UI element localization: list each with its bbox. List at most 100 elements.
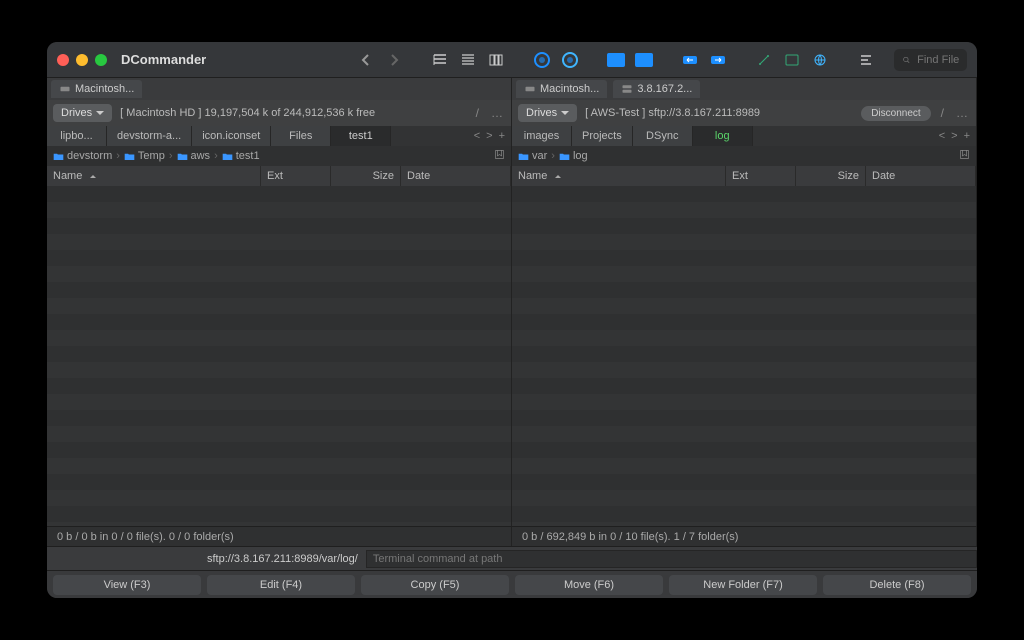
bookmark-icon[interactable]: [494, 149, 505, 163]
breadcrumb-segment[interactable]: var: [518, 150, 547, 162]
table-row[interactable]: cloud-initlog161,331Aug 14 12:46: [512, 362, 976, 378]
drives-button-left[interactable]: Drives: [53, 104, 112, 122]
history-prev-left[interactable]: /: [474, 106, 481, 120]
breadcrumb-segment[interactable]: test1: [222, 150, 260, 162]
history-prev-right[interactable]: /: [939, 106, 946, 120]
view-detail-icon[interactable]: [456, 49, 480, 71]
columns-row: Name Ext Size Date Name Ext Size Date: [47, 166, 977, 186]
col-name-left[interactable]: Name: [47, 166, 261, 186]
view-columns-icon[interactable]: [484, 49, 508, 71]
table-row[interactable]: [..]: [47, 186, 511, 202]
function-keys-row: View (F3) Edit (F4) Copy (F5) Move (F6) New …: [47, 570, 977, 598]
table-row[interactable]: [private]Aug 14 12:46: [512, 282, 976, 298]
col-ext-right[interactable]: Ext: [726, 166, 796, 186]
panel-right-icon[interactable]: [632, 49, 656, 71]
table-row[interactable]: lastlog292,292Aug 14 12:48: [512, 426, 976, 442]
window-controls: [57, 54, 107, 66]
col-ext-left[interactable]: Ext: [261, 166, 331, 186]
table-row[interactable]: [unattended-upgrades]Aug 14 12:46: [512, 298, 976, 314]
table-row[interactable]: [apt]Jun 10 10:50: [512, 218, 976, 234]
folder-icon: [124, 151, 135, 162]
breadcrumb-segment[interactable]: devstorm: [53, 150, 112, 162]
breadcrumb-segment[interactable]: aws: [177, 150, 211, 162]
fn-button[interactable]: New Folder (F7): [669, 575, 817, 595]
history-next-right[interactable]: …: [954, 106, 970, 120]
folder-icon: [518, 151, 529, 162]
device-tab-right-2[interactable]: 3.8.167.2...: [613, 80, 700, 98]
maximize-button[interactable]: [95, 54, 107, 66]
table-row[interactable]: [journal]Aug 14 12:46: [512, 250, 976, 266]
globe-icon[interactable]: [808, 49, 832, 71]
dir-tab[interactable]: log: [693, 126, 753, 146]
tab-next[interactable]: >: [951, 130, 957, 142]
fn-button[interactable]: Copy (F5): [361, 575, 509, 595]
breadcrumb-segment[interactable]: Temp: [124, 150, 165, 162]
col-name-right[interactable]: Name: [512, 166, 726, 186]
folder-icon: [518, 236, 530, 248]
sync-right-icon[interactable]: [558, 49, 582, 71]
table-row[interactable]: [landscape]Aug 14 12:47: [512, 266, 976, 282]
breadcrumb-segment[interactable]: log: [559, 150, 588, 162]
table-row[interactable]: authlog8,249Aug 14 13:18: [512, 314, 976, 330]
table-row[interactable]: wtmp3,456Aug 14 12:48: [512, 458, 976, 474]
search-box[interactable]: [894, 49, 967, 71]
bookmark-icon[interactable]: [959, 149, 970, 163]
nav-back-button[interactable]: [354, 49, 378, 71]
fn-button[interactable]: Move (F6): [515, 575, 663, 595]
swap-left-icon[interactable]: [678, 49, 702, 71]
fn-button[interactable]: Edit (F4): [207, 575, 355, 595]
dir-tab[interactable]: Files: [271, 126, 331, 146]
fn-button[interactable]: Delete (F8): [823, 575, 971, 595]
bookmark-icon[interactable]: [780, 49, 804, 71]
table-row[interactable]: [dist-upgrade]Apr 14 17:21: [512, 234, 976, 250]
view-list-icon[interactable]: [428, 49, 452, 71]
col-size-right[interactable]: Size: [796, 166, 866, 186]
tab-prev[interactable]: <: [474, 130, 480, 142]
dir-tab[interactable]: images: [512, 126, 572, 146]
history-next-left[interactable]: …: [489, 106, 505, 120]
tab-prev[interactable]: <: [939, 130, 945, 142]
table-row[interactable]: dmesg41,311Aug 14 12:46: [512, 378, 976, 394]
drives-button-right[interactable]: Drives: [518, 104, 577, 122]
tab-new[interactable]: +: [499, 130, 505, 142]
col-date-right[interactable]: Date: [866, 166, 976, 186]
dir-tab[interactable]: devstorm-a...: [107, 126, 192, 146]
table-row[interactable]: kernlog54,038Aug 14 12:52: [512, 410, 976, 426]
dir-tab[interactable]: icon.iconset: [192, 126, 271, 146]
col-size-left[interactable]: Size: [331, 166, 401, 186]
tab-next[interactable]: >: [486, 130, 492, 142]
table-row[interactable]: btmp0Jun 10 10:47: [512, 330, 976, 346]
dir-tab[interactable]: test1: [331, 126, 391, 146]
table-row[interactable]: [amazon]Aug 14 12:46: [512, 202, 976, 218]
table-row[interactable]: syslog107,785Aug 14 13:18: [512, 442, 976, 458]
dir-tab[interactable]: DSync: [633, 126, 693, 146]
swap-right-icon[interactable]: [706, 49, 730, 71]
folder-icon: [518, 204, 530, 216]
file-icon: [518, 444, 530, 456]
align-icon[interactable]: [854, 49, 878, 71]
up-dir-icon: [518, 188, 530, 200]
sync-left-icon[interactable]: [530, 49, 554, 71]
tab-new[interactable]: +: [964, 130, 970, 142]
status-right: 0 b / 692,849 b in 0 / 10 file(s). 1 / 7…: [512, 526, 977, 546]
device-tabs-row: Macintosh... Macintosh... 3.8.167.2...: [47, 78, 977, 100]
device-tab-left[interactable]: Macintosh...: [51, 80, 142, 98]
table-row[interactable]: [..]: [512, 186, 976, 202]
table-row[interactable]: whatsnewhtml13,4992022/06/24 08:20: [47, 202, 511, 218]
search-input[interactable]: [917, 54, 959, 66]
nav-forward-button[interactable]: [382, 49, 406, 71]
table-row[interactable]: cloud-init-outputlog4,720Aug 14 12:46: [512, 346, 976, 362]
disconnect-button[interactable]: Disconnect: [861, 106, 930, 121]
minimize-button[interactable]: [76, 54, 88, 66]
dir-tab[interactable]: lipbo...: [47, 126, 107, 146]
device-tab-right-1[interactable]: Macintosh...: [516, 80, 607, 98]
fn-button[interactable]: View (F3): [53, 575, 201, 595]
command-input[interactable]: [366, 550, 977, 568]
network-icon[interactable]: [752, 49, 776, 71]
close-button[interactable]: [57, 54, 69, 66]
search-icon: [902, 54, 911, 66]
col-date-left[interactable]: Date: [401, 166, 511, 186]
table-row[interactable]: dpkglog19,667Jun 10 10:50: [512, 394, 976, 410]
panel-left-icon[interactable]: [604, 49, 628, 71]
dir-tab[interactable]: Projects: [572, 126, 633, 146]
